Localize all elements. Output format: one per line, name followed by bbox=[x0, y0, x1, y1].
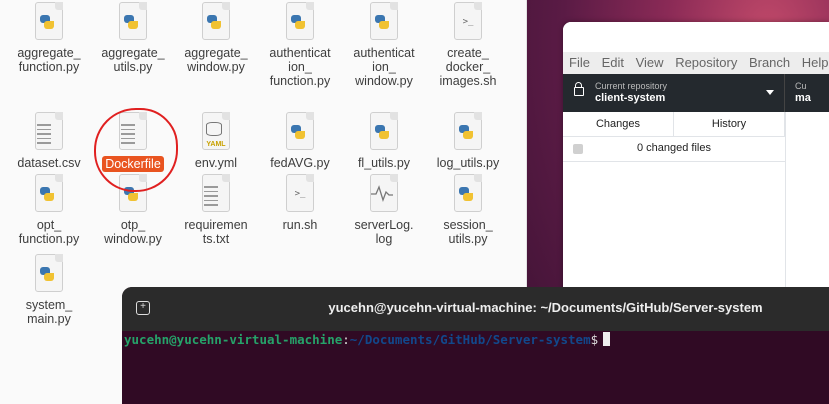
github-toolbar: Current repository client-system Cu ma bbox=[563, 74, 829, 112]
file-name: dataset.csv bbox=[17, 156, 81, 170]
terminal-cursor bbox=[603, 332, 611, 346]
terminal-prompt[interactable]: yucehn@yucehn-virtual-machine:~/Document… bbox=[124, 332, 611, 347]
prompt-user: yucehn@yucehn-virtual-machine bbox=[124, 332, 343, 347]
file-name: aggregate_ window.py bbox=[184, 46, 248, 74]
python-file-icon bbox=[31, 254, 67, 294]
file-name: system_ main.py bbox=[25, 298, 73, 326]
file-item[interactable]: dataset.csv bbox=[5, 112, 93, 170]
github-tabs: Changes History bbox=[563, 112, 785, 137]
github-menu-bar: File Edit View Repository Branch Help bbox=[563, 52, 829, 74]
python-file-icon bbox=[198, 2, 234, 42]
file-item[interactable]: aggregate_ utils.py bbox=[89, 2, 177, 74]
file-name: aggregate_ function.py bbox=[17, 46, 81, 74]
python-file-icon bbox=[282, 2, 318, 42]
file-name: authenticat ion_ window.py bbox=[353, 46, 415, 88]
file-name: fedAVG.py bbox=[270, 156, 330, 170]
file-name: log_utils.py bbox=[436, 156, 500, 170]
prompt-dollar: $ bbox=[590, 332, 599, 347]
red-annotation-circle bbox=[94, 108, 178, 192]
python-file-icon bbox=[282, 112, 318, 152]
file-name: env.yml bbox=[194, 156, 238, 170]
yaml-file-icon: YAML bbox=[198, 112, 234, 152]
file-item[interactable]: YAML env.yml bbox=[172, 112, 260, 170]
menu-repository[interactable]: Repository bbox=[675, 55, 737, 70]
menu-edit[interactable]: Edit bbox=[602, 55, 624, 70]
file-name: authenticat ion_ function.py bbox=[269, 46, 331, 88]
lock-icon bbox=[574, 82, 584, 96]
python-file-icon bbox=[31, 2, 67, 42]
terminal-titlebar[interactable]: + yucehn@yucehn-virtual-machine: ~/Docum… bbox=[122, 287, 829, 331]
file-name: create_ docker_ images.sh bbox=[439, 46, 497, 88]
changed-files-count: 0 changed files bbox=[637, 142, 711, 154]
file-name: requiremen ts.txt bbox=[184, 218, 248, 246]
shell-file-icon: >_ bbox=[282, 174, 318, 214]
current-repository-name: client-system bbox=[595, 92, 666, 104]
python-file-icon bbox=[366, 112, 402, 152]
python-file-icon bbox=[115, 2, 151, 42]
log-file-icon bbox=[366, 174, 402, 214]
file-item[interactable]: aggregate_ window.py bbox=[172, 2, 260, 74]
file-item[interactable]: system_ main.py bbox=[5, 254, 93, 326]
current-repository-label: Current repository bbox=[595, 81, 668, 91]
text-file-icon bbox=[198, 174, 234, 214]
python-file-icon bbox=[450, 112, 486, 152]
file-item[interactable]: opt_ function.py bbox=[5, 174, 93, 246]
file-item[interactable]: fl_utils.py bbox=[340, 112, 428, 170]
github-titlebar[interactable] bbox=[563, 22, 829, 52]
terminal-window: + yucehn@yucehn-virtual-machine: ~/Docum… bbox=[122, 287, 829, 404]
tab-changes[interactable]: Changes bbox=[563, 112, 674, 136]
prompt-path: ~/Documents/GitHub/Server-system bbox=[349, 332, 591, 347]
current-repository-button[interactable]: Current repository client-system bbox=[563, 74, 784, 112]
python-file-icon bbox=[31, 174, 67, 214]
menu-view[interactable]: View bbox=[636, 55, 664, 70]
file-name: session_ utils.py bbox=[443, 218, 493, 246]
file-name: aggregate_ utils.py bbox=[101, 46, 165, 74]
file-item[interactable]: aggregate_ function.py bbox=[5, 2, 93, 74]
file-item[interactable]: >_ create_ docker_ images.sh bbox=[424, 2, 512, 88]
current-branch-name: ma bbox=[795, 92, 811, 104]
file-name: serverLog. log bbox=[354, 218, 414, 246]
file-name: fl_utils.py bbox=[357, 156, 411, 170]
file-item[interactable]: fedAVG.py bbox=[256, 112, 344, 170]
file-item[interactable]: authenticat ion_ window.py bbox=[340, 2, 428, 88]
shell-file-icon: >_ bbox=[450, 2, 486, 42]
file-item[interactable]: requiremen ts.txt bbox=[172, 174, 260, 246]
file-item[interactable]: log_utils.py bbox=[424, 112, 512, 170]
file-name: run.sh bbox=[282, 218, 318, 232]
file-name: otp_ window.py bbox=[104, 218, 162, 246]
menu-help[interactable]: Help bbox=[802, 55, 829, 70]
menu-branch[interactable]: Branch bbox=[749, 55, 790, 70]
changes-header: 0 changed files bbox=[563, 137, 785, 162]
prompt-colon: : bbox=[342, 332, 350, 347]
chevron-down-icon bbox=[766, 90, 774, 95]
tab-history[interactable]: History bbox=[674, 112, 785, 136]
python-file-icon bbox=[450, 174, 486, 214]
terminal-title: yucehn@yucehn-virtual-machine: ~/Documen… bbox=[328, 300, 763, 315]
python-file-icon bbox=[366, 2, 402, 42]
text-file-icon bbox=[31, 112, 67, 152]
menu-file[interactable]: File bbox=[569, 55, 590, 70]
toolbar-divider bbox=[784, 74, 785, 112]
file-name: opt_ function.py bbox=[18, 218, 80, 246]
current-branch-label: Cu bbox=[795, 81, 807, 91]
file-item[interactable]: serverLog. log bbox=[340, 174, 428, 246]
file-item[interactable]: >_ run.sh bbox=[256, 174, 344, 232]
file-item[interactable]: authenticat ion_ function.py bbox=[256, 2, 344, 88]
file-item[interactable]: session_ utils.py bbox=[424, 174, 512, 246]
